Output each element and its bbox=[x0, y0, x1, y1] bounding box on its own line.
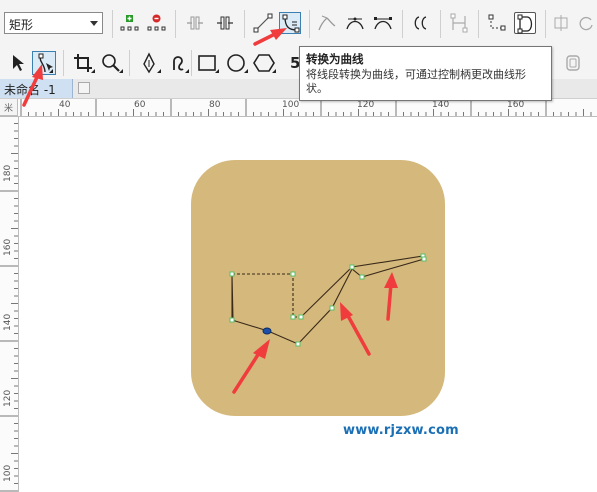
drawing-canvas[interactable] bbox=[19, 117, 597, 492]
object-type-value: 矩形 bbox=[9, 18, 34, 32]
document-tab-label: 未命名 -1 bbox=[4, 83, 56, 97]
separator bbox=[112, 10, 113, 38]
delete-node-icon bbox=[147, 14, 166, 31]
node[interactable] bbox=[349, 264, 355, 270]
separator bbox=[440, 10, 441, 38]
document-tab[interactable]: 未命名 -1 bbox=[0, 79, 73, 98]
node[interactable] bbox=[359, 274, 365, 280]
separator bbox=[545, 10, 546, 38]
join-nodes-button[interactable] bbox=[184, 12, 206, 34]
separator bbox=[175, 10, 176, 38]
separator bbox=[402, 10, 403, 38]
flyout-triangle-icon bbox=[49, 69, 53, 73]
node[interactable] bbox=[298, 314, 304, 320]
convert-to-line-icon bbox=[253, 13, 273, 33]
horizontal-ruler[interactable]: 40 60 80 100 120 140 160 bbox=[18, 99, 597, 117]
more-options-button[interactable] bbox=[552, 12, 574, 34]
pick-tool-button[interactable] bbox=[6, 52, 28, 74]
separator bbox=[478, 10, 479, 38]
node[interactable] bbox=[295, 341, 301, 347]
close-curve-button[interactable] bbox=[514, 12, 536, 34]
ruler-label: 140 bbox=[3, 313, 13, 331]
tooltip-title: 转换为曲线 bbox=[306, 52, 364, 66]
node[interactable] bbox=[329, 305, 335, 311]
shape-tool-icon bbox=[38, 53, 53, 73]
smooth-node-button[interactable] bbox=[344, 12, 366, 34]
join-nodes-icon bbox=[187, 16, 203, 30]
ruler-label: 100 bbox=[3, 464, 13, 482]
node[interactable] bbox=[229, 271, 235, 277]
convert-to-line-button[interactable] bbox=[252, 12, 274, 34]
reverse-direction-button[interactable] bbox=[410, 12, 432, 34]
cusp-node-button[interactable] bbox=[316, 12, 338, 34]
ruler-label: 120 bbox=[357, 100, 375, 110]
cusp-node-icon bbox=[318, 15, 336, 31]
ruler-label: 120 bbox=[3, 389, 13, 407]
convert-to-curve-button[interactable] bbox=[279, 12, 301, 34]
reduce-nodes-button[interactable] bbox=[577, 12, 597, 34]
lock-button[interactable] bbox=[562, 52, 584, 74]
flyout-triangle-icon bbox=[157, 69, 161, 73]
convert-to-curve-icon bbox=[282, 14, 300, 33]
chevron-down-icon bbox=[90, 21, 98, 26]
flyout-triangle-icon bbox=[91, 69, 95, 73]
ruler-label: 160 bbox=[507, 100, 525, 110]
add-node-button[interactable] bbox=[118, 12, 140, 34]
add-node-icon bbox=[120, 15, 139, 31]
close-curve-icon bbox=[517, 14, 533, 34]
extract-subpath-icon bbox=[450, 13, 468, 33]
ruler-label: 180 bbox=[3, 164, 13, 182]
ruler-label: 100 bbox=[282, 100, 300, 110]
extend-curve-button[interactable] bbox=[486, 12, 508, 34]
break-curve-button[interactable] bbox=[214, 12, 236, 34]
symmetrical-node-icon bbox=[374, 17, 392, 30]
property-bar: 矩形 bbox=[0, 0, 597, 47]
extend-curve-icon bbox=[488, 14, 506, 31]
symmetrical-node-button[interactable] bbox=[372, 12, 394, 34]
tooltip: 转换为曲线 将线段转换为曲线，可通过控制柄更改曲线形状。 bbox=[299, 46, 552, 101]
node[interactable] bbox=[229, 317, 235, 323]
rotate-icon bbox=[579, 16, 593, 31]
new-tab-button[interactable] bbox=[78, 82, 90, 94]
flyout-triangle-icon bbox=[119, 69, 123, 73]
separator bbox=[63, 50, 64, 76]
node-options-icon bbox=[554, 15, 568, 31]
flyout-triangle-icon bbox=[185, 69, 189, 73]
watermark: www.rjzxw.com bbox=[343, 423, 459, 438]
separator bbox=[309, 10, 310, 38]
ruler-label: 80 bbox=[209, 100, 221, 110]
delete-node-button[interactable] bbox=[145, 12, 167, 34]
ruler-label: 140 bbox=[432, 100, 450, 110]
smooth-node-icon bbox=[346, 17, 364, 30]
rounded-square-shape[interactable] bbox=[191, 160, 445, 416]
extract-subpath-button[interactable] bbox=[448, 12, 470, 34]
tooltip-description: 将线段转换为曲线，可通过控制柄更改曲线形状。 bbox=[306, 68, 526, 95]
node[interactable] bbox=[421, 256, 427, 262]
separator bbox=[244, 10, 245, 38]
separator bbox=[191, 50, 192, 76]
flyout-triangle-icon bbox=[244, 69, 248, 73]
lock-icon bbox=[566, 55, 580, 71]
pick-tool-icon bbox=[13, 55, 24, 71]
break-curve-icon bbox=[217, 16, 233, 30]
node[interactable] bbox=[290, 271, 296, 277]
selected-node[interactable] bbox=[262, 327, 272, 335]
ruler-unit-label: 米 bbox=[4, 104, 14, 114]
ruler-label: 60 bbox=[134, 100, 146, 110]
flyout-triangle-icon bbox=[272, 69, 276, 73]
reverse-direction-icon bbox=[414, 16, 427, 30]
ruler-label: 40 bbox=[59, 100, 71, 110]
separator bbox=[129, 50, 130, 76]
vertical-ruler[interactable]: 180 160 140 120 100 bbox=[0, 116, 19, 492]
ruler-corner[interactable]: 米 bbox=[0, 99, 18, 116]
flyout-triangle-icon bbox=[215, 69, 219, 73]
node[interactable] bbox=[290, 314, 296, 320]
object-type-select[interactable]: 矩形 bbox=[4, 12, 103, 34]
ruler-label: 160 bbox=[3, 238, 13, 256]
drawing-svg[interactable] bbox=[19, 117, 597, 492]
